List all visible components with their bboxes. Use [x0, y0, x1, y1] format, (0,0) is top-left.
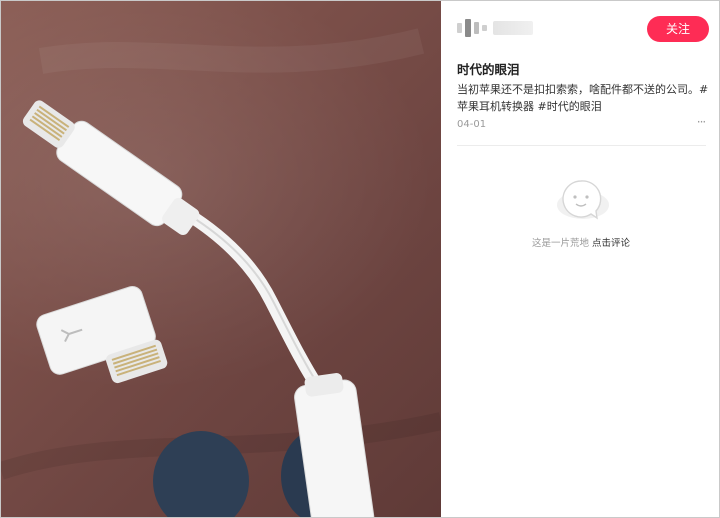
author-name[interactable]	[493, 21, 533, 35]
post-body-text: 当初苹果还不是扣扣索索，啥配件都不送的公司。	[457, 83, 699, 96]
author-avatar[interactable]	[457, 17, 487, 39]
post-body: 当初苹果还不是扣扣索索，啥配件都不送的公司。#苹果耳机转换器 #时代的眼泪	[457, 81, 715, 115]
post-details-panel: 关注 时代的眼泪 当初苹果还不是扣扣索索，啥配件都不送的公司。#苹果耳机转换器 …	[441, 1, 719, 517]
post-title: 时代的眼泪	[457, 62, 520, 77]
follow-button[interactable]: 关注	[647, 16, 709, 42]
empty-comments-text: 这是一片荒地	[531, 238, 589, 249]
post-viewer: 关注 时代的眼泪 当初苹果还不是扣扣索索，啥配件都不送的公司。#苹果耳机转换器 …	[0, 0, 720, 518]
empty-comments-message: 这是一片荒地 点击评论	[441, 235, 719, 249]
photo-illustration	[1, 28, 441, 517]
divider	[457, 145, 706, 146]
add-comment-link[interactable]: 点击评论	[592, 238, 630, 249]
more-options-button[interactable]: ···	[693, 115, 709, 129]
post-date: 04-01	[457, 119, 487, 130]
hashtag-link[interactable]: #时代的眼泪	[538, 100, 602, 113]
post-photo[interactable]	[1, 1, 441, 517]
empty-chat-bubble-icon	[557, 180, 609, 220]
